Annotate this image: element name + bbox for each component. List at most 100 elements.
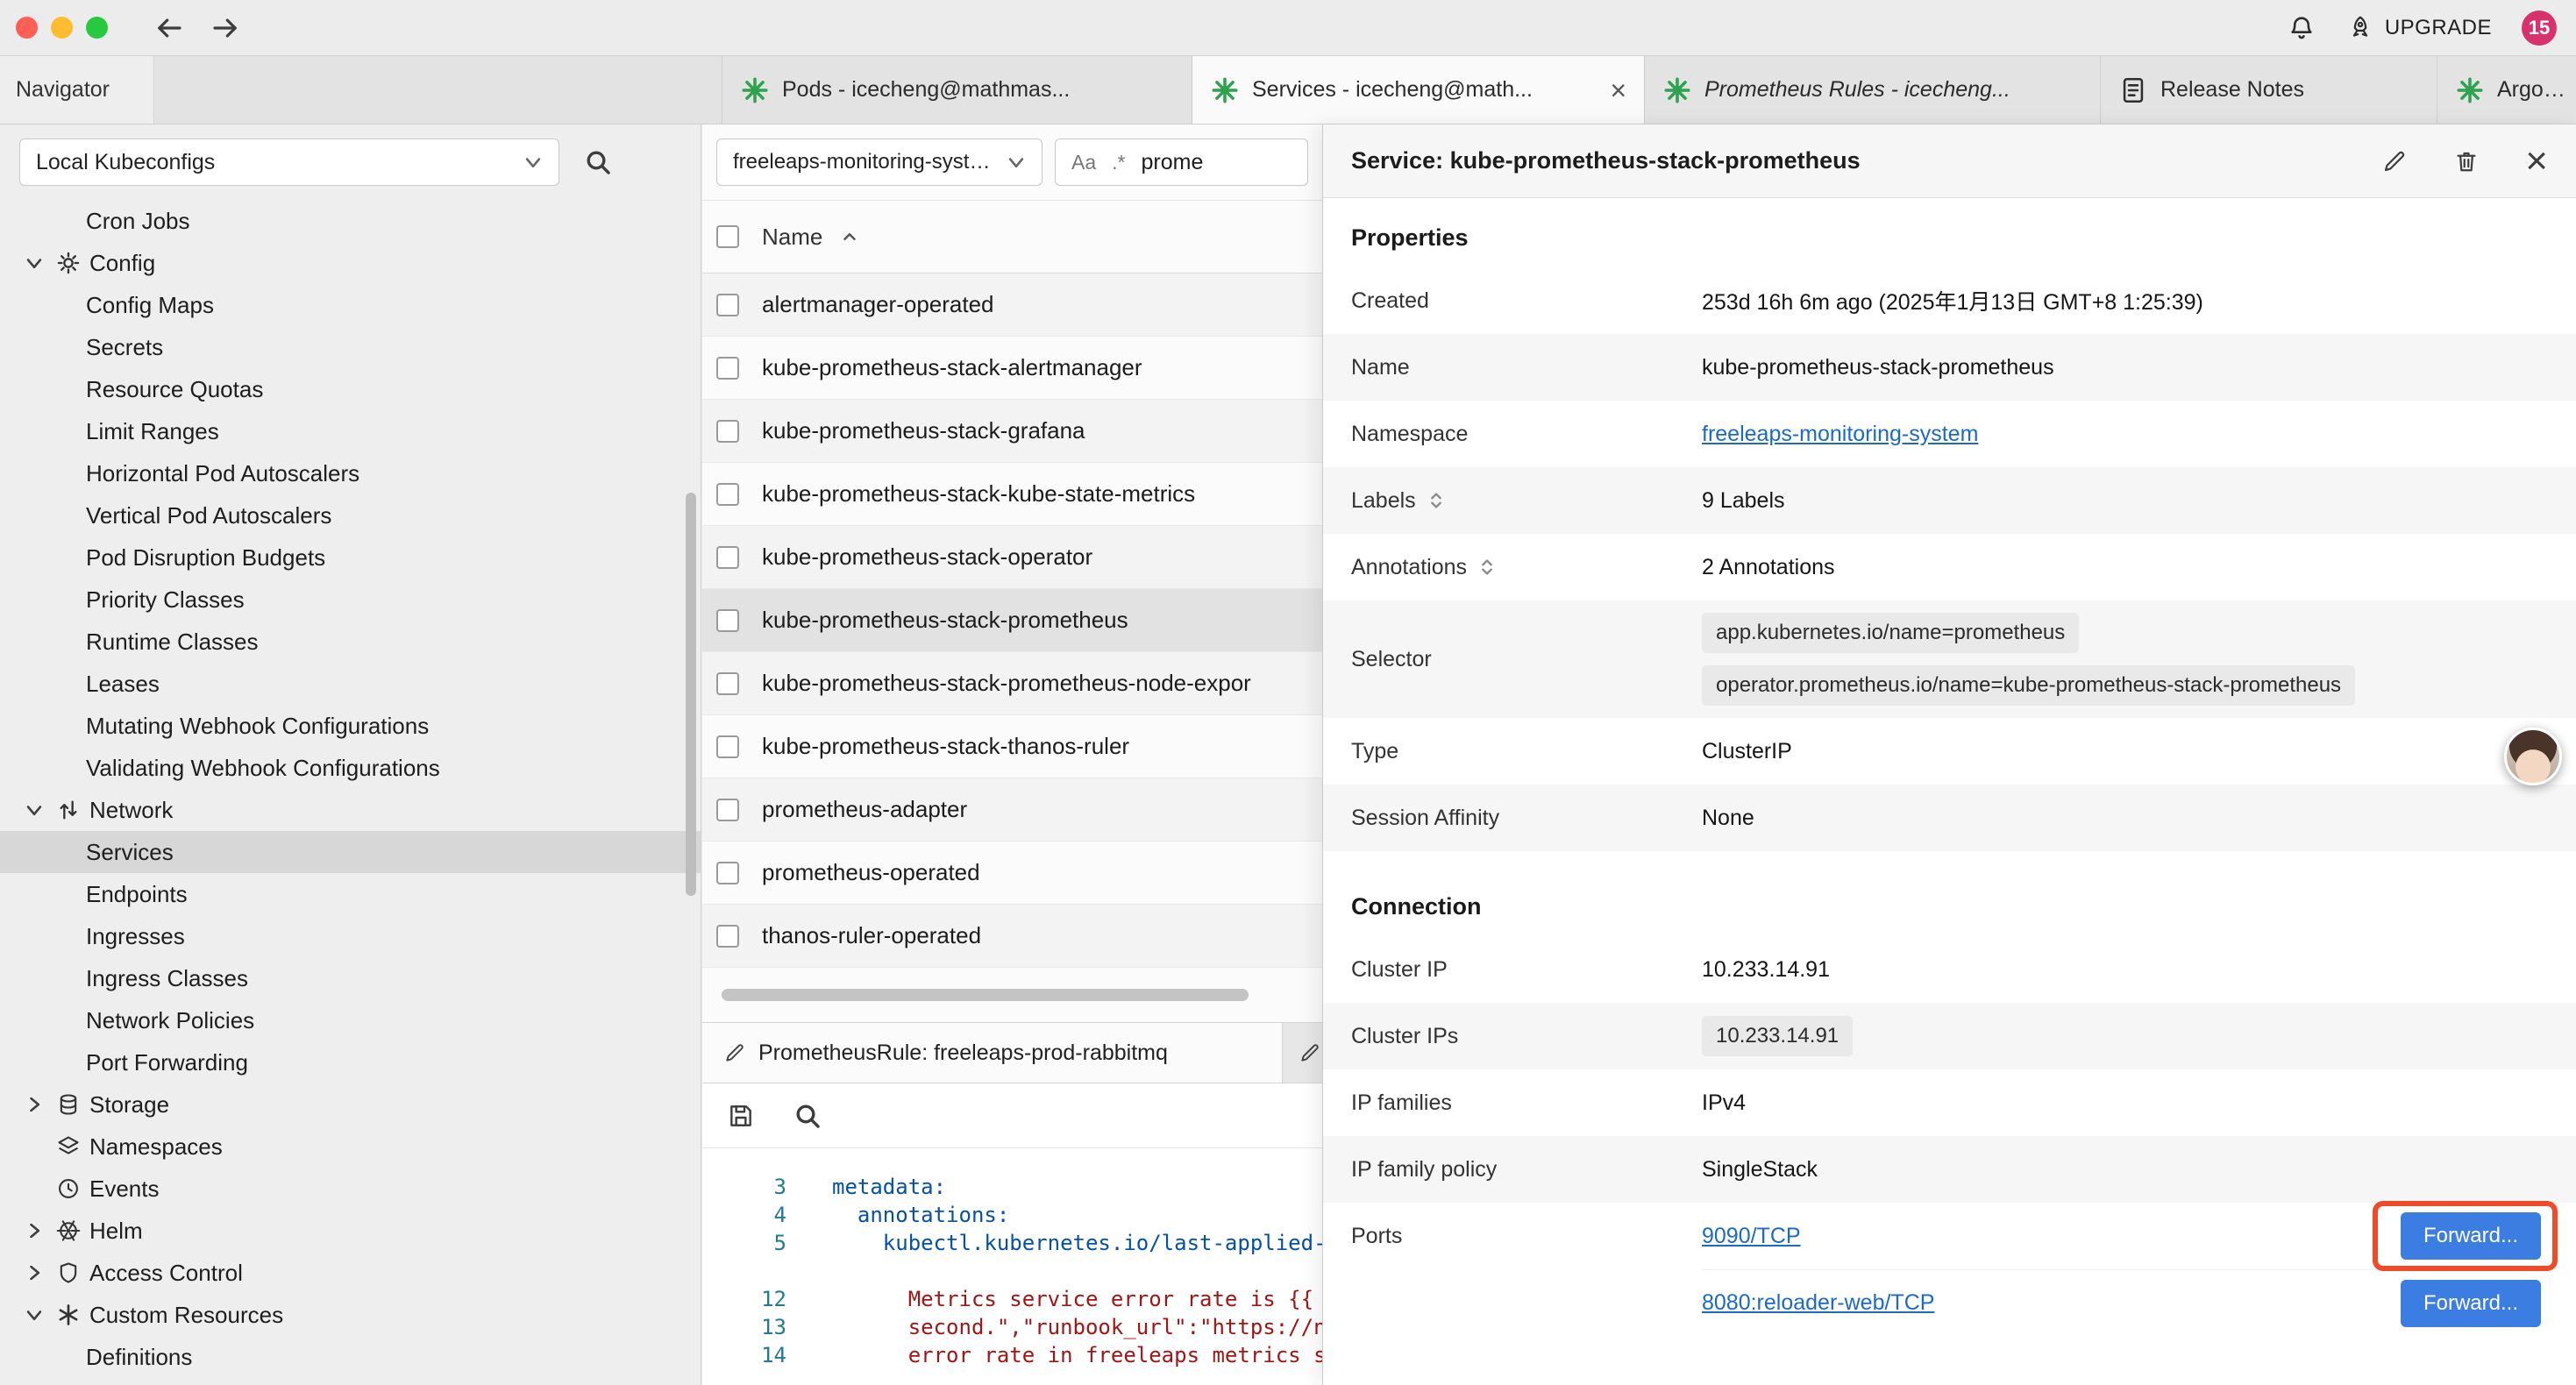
regex-toggle[interactable]: .* bbox=[1112, 151, 1125, 174]
search-icon[interactable] bbox=[793, 1102, 822, 1130]
sidebar-item-network[interactable]: Network bbox=[0, 789, 701, 831]
sidebar-item-custom-resources[interactable]: Custom Resources bbox=[0, 1294, 701, 1336]
sidebar-item-port-forwarding[interactable]: Port Forwarding bbox=[0, 1041, 701, 1083]
upgrade-button[interactable]: UPGRADE bbox=[2346, 14, 2492, 42]
table-row-thanos-ruler-operated[interactable]: thanos-ruler-operated bbox=[702, 905, 1322, 968]
port-link[interactable]: 8080:reloader-web/TCP bbox=[1702, 1290, 1934, 1316]
close-window-button[interactable] bbox=[16, 17, 38, 39]
navigator-panel-tab[interactable]: Navigator bbox=[0, 56, 154, 124]
sidebar-item-endpoints[interactable]: Endpoints bbox=[0, 873, 701, 915]
close-panel-icon[interactable]: × bbox=[2525, 146, 2548, 176]
row-checkbox[interactable] bbox=[716, 735, 739, 758]
maximize-window-button[interactable] bbox=[86, 17, 108, 39]
row-checkbox[interactable] bbox=[716, 357, 739, 380]
forward-button[interactable]: Forward... bbox=[2401, 1280, 2541, 1327]
sidebar-item-helm[interactable]: Helm bbox=[0, 1210, 701, 1252]
row-checkbox[interactable] bbox=[716, 294, 739, 316]
sidebar-item-horizontal-pod-autoscalers[interactable]: Horizontal Pod Autoscalers bbox=[0, 452, 701, 494]
minimize-window-button[interactable] bbox=[51, 17, 73, 39]
sidebar-item-namespaces[interactable]: Namespaces bbox=[0, 1126, 701, 1168]
sidebar-item-mutating-webhook-configurations[interactable]: Mutating Webhook Configurations bbox=[0, 705, 701, 747]
row-checkbox[interactable] bbox=[716, 420, 739, 443]
delete-trash-icon[interactable] bbox=[2453, 148, 2480, 174]
row-checkbox[interactable] bbox=[716, 609, 739, 632]
notifications-bell-icon[interactable] bbox=[2287, 13, 2316, 43]
match-case-toggle[interactable]: Aa bbox=[1071, 151, 1096, 174]
name-column-header[interactable]: Name bbox=[762, 224, 822, 251]
tab-prometheus-rules-icecheng[interactable]: Prometheus Rules - icecheng... bbox=[1645, 56, 2101, 124]
table-row-kube-prometheus-stack-operator[interactable]: kube-prometheus-stack-operator bbox=[702, 526, 1322, 589]
sidebar-item-config-maps[interactable]: Config Maps bbox=[0, 284, 701, 326]
chevron-down-icon[interactable] bbox=[25, 800, 44, 820]
select-all-checkbox[interactable] bbox=[716, 225, 739, 248]
tab-argo-se[interactable]: Argo Se bbox=[2437, 56, 2576, 124]
back-icon[interactable] bbox=[153, 12, 185, 44]
editor-tab-prometheusrule[interactable]: PrometheusRule: freeleaps-prod-rabbitmq bbox=[702, 1023, 1283, 1083]
chevron-right-icon[interactable] bbox=[25, 1095, 44, 1114]
sidebar-item-access-control[interactable]: Access Control bbox=[0, 1252, 701, 1294]
sidebar-item-limit-ranges[interactable]: Limit Ranges bbox=[0, 410, 701, 452]
chevron-right-icon[interactable] bbox=[25, 1263, 44, 1282]
filter-input[interactable]: Aa .* prome bbox=[1055, 138, 1308, 186]
sidebar-item-validating-webhook-configurations[interactable]: Validating Webhook Configurations bbox=[0, 747, 701, 789]
namespace-link[interactable]: freeleaps-monitoring-system bbox=[1702, 422, 1978, 447]
save-icon[interactable] bbox=[727, 1102, 755, 1130]
edit-pencil-icon[interactable] bbox=[2381, 148, 2408, 174]
row-checkbox[interactable] bbox=[716, 799, 739, 821]
sidebar-item-priority-classes[interactable]: Priority Classes bbox=[0, 579, 701, 621]
sidebar-item-secrets[interactable]: Secrets bbox=[0, 326, 701, 368]
sidebar-item-definitions[interactable]: Definitions bbox=[0, 1336, 701, 1378]
sidebar-item-resource-quotas[interactable]: Resource Quotas bbox=[0, 368, 701, 410]
sidebar-item-runtime-classes[interactable]: Runtime Classes bbox=[0, 621, 701, 663]
close-tab-icon[interactable]: × bbox=[1610, 76, 1626, 104]
table-row-kube-prometheus-stack-prometheus-node-expor[interactable]: kube-prometheus-stack-prometheus-node-ex… bbox=[702, 652, 1322, 715]
namespace-select[interactable]: freeleaps-monitoring-system bbox=[716, 138, 1042, 186]
avatar[interactable] bbox=[2504, 728, 2562, 785]
expand-values-icon[interactable] bbox=[1477, 558, 1497, 577]
table-row-kube-prometheus-stack-kube-state-metrics[interactable]: kube-prometheus-stack-kube-state-metrics bbox=[702, 463, 1322, 526]
table-row-alertmanager-operated[interactable]: alertmanager-operated bbox=[702, 273, 1322, 337]
sidebar-item-ingress-classes[interactable]: Ingress Classes bbox=[0, 957, 701, 999]
sort-ascending-icon[interactable] bbox=[840, 227, 859, 246]
row-checkbox[interactable] bbox=[716, 546, 739, 569]
scrollbar-thumb[interactable] bbox=[722, 989, 1249, 1001]
table-row-kube-prometheus-stack-alertmanager[interactable]: kube-prometheus-stack-alertmanager bbox=[702, 337, 1322, 400]
table-row-prometheus-operated[interactable]: prometheus-operated bbox=[702, 842, 1322, 905]
sidebar-item-storage[interactable]: Storage bbox=[0, 1083, 701, 1126]
horizontal-scrollbar[interactable] bbox=[715, 989, 1310, 1001]
expand-values-icon[interactable] bbox=[1427, 491, 1446, 510]
table-row-kube-prometheus-stack-grafana[interactable]: kube-prometheus-stack-grafana bbox=[702, 400, 1322, 463]
sidebar-item-config[interactable]: Config bbox=[0, 242, 701, 284]
sidebar-item-events[interactable]: Events bbox=[0, 1168, 701, 1210]
yaml-editor[interactable]: 3 metadata: 4 annotations: 5 kubectl.kub… bbox=[702, 1148, 1322, 1385]
tab-pods-icecheng-mathmas[interactable]: Pods - icecheng@mathmas... bbox=[722, 56, 1192, 124]
sidebar-item-pod-disruption-budgets[interactable]: Pod Disruption Budgets bbox=[0, 536, 701, 579]
table-row-prometheus-adapter[interactable]: prometheus-adapter bbox=[702, 778, 1322, 842]
table-row-kube-prometheus-stack-prometheus[interactable]: kube-prometheus-stack-prometheus bbox=[702, 589, 1322, 652]
forward-icon[interactable] bbox=[210, 12, 241, 44]
notification-badge[interactable]: 15 bbox=[2522, 11, 2557, 46]
port-link[interactable]: 9090/TCP bbox=[1702, 1224, 1801, 1249]
sidebar-item-ingresses[interactable]: Ingresses bbox=[0, 915, 701, 957]
forward-button[interactable]: Forward... bbox=[2401, 1212, 2541, 1260]
sidebar-item-vertical-pod-autoscalers[interactable]: Vertical Pod Autoscalers bbox=[0, 494, 701, 536]
section-title-connection: Connection bbox=[1323, 851, 2576, 936]
sidebar-search-button[interactable] bbox=[579, 143, 617, 181]
chevron-down-icon[interactable] bbox=[25, 253, 44, 273]
table-row-kube-prometheus-stack-thanos-ruler[interactable]: kube-prometheus-stack-thanos-ruler bbox=[702, 715, 1322, 778]
row-checkbox[interactable] bbox=[716, 925, 739, 948]
row-checkbox[interactable] bbox=[716, 483, 739, 506]
sidebar-item-network-policies[interactable]: Network Policies bbox=[0, 999, 701, 1041]
chevron-right-icon[interactable] bbox=[25, 1221, 44, 1240]
kubeconfig-select[interactable]: Local Kubeconfigs bbox=[19, 138, 559, 186]
chevron-down-icon[interactable] bbox=[25, 1305, 44, 1325]
sidebar-item-leases[interactable]: Leases bbox=[0, 663, 701, 705]
sidebar-item-cron-jobs[interactable]: Cron Jobs bbox=[0, 200, 701, 242]
sidebar-scrollbar[interactable] bbox=[686, 493, 696, 896]
tab-services-icecheng-math[interactable]: Services - icecheng@math... × bbox=[1192, 56, 1645, 124]
row-checkbox[interactable] bbox=[716, 862, 739, 884]
row-checkbox[interactable] bbox=[716, 672, 739, 695]
sidebar-item-services[interactable]: Services bbox=[0, 831, 701, 873]
tab-release-notes[interactable]: Release Notes bbox=[2101, 56, 2437, 124]
editor-tab-partial[interactable] bbox=[1283, 1023, 1322, 1083]
